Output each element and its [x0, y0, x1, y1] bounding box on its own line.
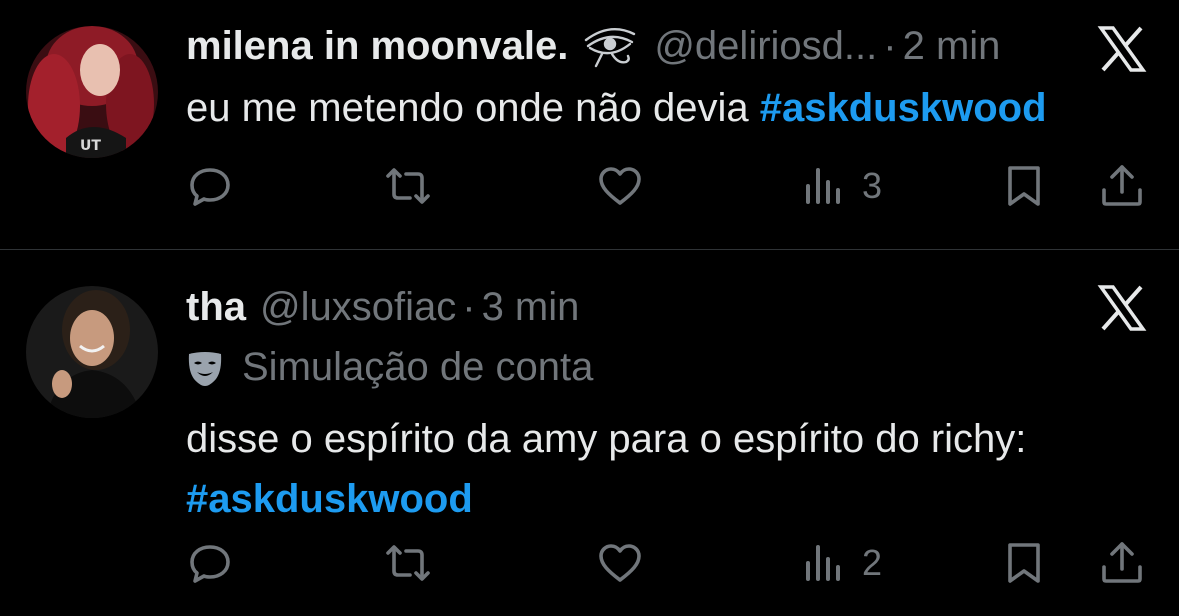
avatar-image: UT [26, 26, 158, 158]
svg-text:UT: UT [80, 138, 101, 154]
timestamp[interactable]: 2 min [903, 22, 1001, 70]
bookmark-icon [1008, 166, 1040, 206]
eye-of-horus-icon [585, 28, 636, 68]
post-header: milena in moonvale. @deliriosd... · 2 mi… [186, 22, 1000, 70]
share-button[interactable] [1098, 533, 1146, 593]
avatar-image [26, 286, 158, 418]
views-button[interactable]: 3 [800, 156, 882, 216]
bookmark-button[interactable] [1000, 156, 1048, 216]
hashtag-link[interactable]: #askduskwood [186, 469, 473, 529]
timestamp[interactable]: 3 min [482, 283, 580, 331]
handle[interactable]: @luxsofiac [260, 283, 456, 331]
bookmark-icon [1008, 543, 1040, 583]
reply-icon [190, 545, 230, 583]
post-text-content: disse o espírito da amy para o espírito … [186, 417, 1027, 461]
hashtag-link[interactable]: #askduskwood [760, 78, 1047, 138]
post-header: tha @luxsofiac · 3 min [186, 283, 579, 331]
like-button[interactable] [596, 156, 644, 216]
account-label[interactable]: Simulação de conta [186, 345, 593, 390]
post[interactable]: UT milena in moonvale. @deliriosd... · 2… [0, 0, 1179, 250]
account-label-text: Simulação de conta [242, 345, 594, 389]
post-text: eu me metendo onde não devia #askduskwoo… [186, 78, 1047, 138]
separator-dot: · [883, 24, 897, 68]
heart-icon [599, 544, 641, 582]
display-name[interactable]: milena in moonvale. [186, 22, 568, 70]
bookmark-button[interactable] [1000, 533, 1048, 593]
views-icon [806, 545, 840, 581]
reply-icon [190, 168, 230, 206]
reply-button[interactable] [186, 533, 234, 593]
heart-icon [599, 167, 641, 205]
handle[interactable]: @deliriosd... [654, 22, 877, 70]
avatar[interactable]: UT [26, 26, 158, 158]
views-icon [806, 168, 840, 204]
post-text: disse o espírito da amy para o espírito … [186, 409, 1146, 529]
share-button[interactable] [1098, 156, 1146, 216]
share-icon [1102, 542, 1142, 583]
views-count: 3 [862, 165, 883, 206]
repost-button[interactable] [384, 533, 432, 593]
share-icon [1102, 165, 1142, 206]
avatar[interactable] [26, 286, 158, 418]
views-button[interactable]: 2 [800, 533, 882, 593]
reply-button[interactable] [186, 156, 234, 216]
action-bar: 3 [0, 156, 1179, 216]
mask-icon [188, 351, 222, 386]
action-bar: 2 [0, 533, 1179, 593]
x-logo-icon[interactable] [1097, 283, 1147, 333]
post-text-content: eu me metendo onde não devia [186, 86, 749, 130]
views-count: 2 [862, 542, 883, 583]
separator-dot: · [462, 285, 476, 329]
repost-icon [386, 168, 430, 204]
repost-icon [386, 545, 430, 581]
repost-button[interactable] [384, 156, 432, 216]
display-name[interactable]: tha [186, 283, 246, 331]
like-button[interactable] [596, 533, 644, 593]
x-logo-icon[interactable] [1097, 24, 1147, 74]
post[interactable]: tha @luxsofiac · 3 min Simulação de cont… [0, 251, 1179, 616]
